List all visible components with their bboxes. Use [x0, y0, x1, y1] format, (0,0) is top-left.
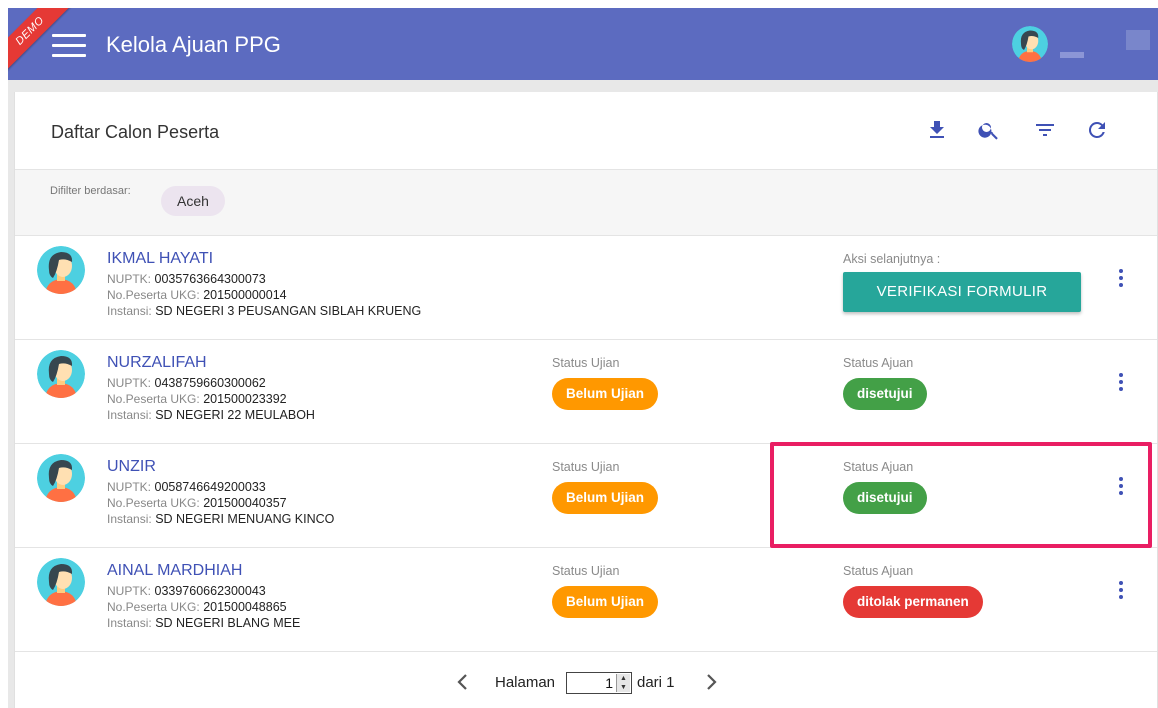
- search-icon[interactable]: [977, 118, 1001, 142]
- filter-chip-aceh[interactable]: Aceh: [161, 186, 225, 216]
- submission-status-label: Status Ajuan: [843, 356, 914, 370]
- participant-avatar: [37, 246, 85, 294]
- exam-status-badge: Belum Ujian: [552, 482, 659, 514]
- nuptk-line: NUPTK: 0058746649200033: [107, 480, 266, 494]
- nuptk-value: 0058746649200033: [154, 480, 266, 494]
- instansi-value: SD NEGERI MENUANG KINCO: [155, 512, 335, 526]
- instansi-line: Instansi: SD NEGERI MENUANG KINCO: [107, 512, 335, 526]
- instansi-line: Instansi: SD NEGERI 3 PEUSANGAN SIBLAH K…: [107, 304, 422, 318]
- no-peserta-value: 201500023392: [203, 392, 287, 406]
- participant-name[interactable]: UNZIR: [107, 458, 156, 476]
- filter-bar: Difilter berdasar: Aceh: [15, 170, 1157, 236]
- participant-name[interactable]: NURZALIFAH: [107, 354, 207, 372]
- user-menu-placeholder[interactable]: [1126, 30, 1150, 50]
- filter-label: Difilter berdasar:: [50, 185, 131, 197]
- user-avatar[interactable]: [1012, 26, 1048, 62]
- page-total: dari 1: [637, 674, 675, 691]
- exam-status-label: Status Ujian: [552, 356, 620, 370]
- more-vert-icon[interactable]: [1115, 269, 1127, 291]
- no-peserta-value: 201500040357: [203, 496, 287, 510]
- participant-avatar: [37, 350, 85, 398]
- hamburger-menu-icon[interactable]: [52, 34, 86, 58]
- no-peserta-line: No.Peserta UKG: 201500023392: [107, 392, 287, 406]
- participant-row: IKMAL HAYATI NUPTK: 0035763664300073 No.…: [15, 236, 1157, 340]
- more-vert-icon[interactable]: [1115, 477, 1127, 499]
- download-icon[interactable]: [925, 118, 949, 142]
- nuptk-line: NUPTK: 0035763664300073: [107, 272, 266, 286]
- submission-status-label: Status Ajuan: [843, 564, 914, 578]
- participant-row: AINAL MARDHIAH NUPTK: 0339760662300043 N…: [15, 548, 1157, 652]
- nuptk-line: NUPTK: 0339760662300043: [107, 584, 266, 598]
- user-name-placeholder: [1060, 52, 1084, 58]
- app-title: Kelola Ajuan PPG: [106, 32, 281, 57]
- participants-card: Daftar Calon Peserta Difilter berdasar: …: [14, 92, 1158, 708]
- instansi-line: Instansi: SD NEGERI BLANG MEE: [107, 616, 301, 630]
- no-peserta-line: No.Peserta UKG: 201500040357: [107, 496, 287, 510]
- refresh-icon[interactable]: [1085, 118, 1109, 142]
- chevron-right-icon[interactable]: [703, 672, 719, 692]
- exam-status-label: Status Ujian: [552, 460, 620, 474]
- instansi-value: SD NEGERI BLANG MEE: [155, 616, 301, 630]
- no-peserta-line: No.Peserta UKG: 201500000014: [107, 288, 287, 302]
- participant-name[interactable]: IKMAL HAYATI: [107, 250, 213, 268]
- chevron-left-icon[interactable]: [455, 672, 471, 692]
- nuptk-value: 0035763664300073: [154, 272, 266, 286]
- participant-avatar: [37, 454, 85, 502]
- submission-status-badge: disetujui: [843, 378, 927, 410]
- nuptk-value: 0438759660300062: [154, 376, 266, 390]
- submission-status-badge: ditolak permanen: [843, 586, 983, 618]
- more-vert-icon[interactable]: [1115, 581, 1127, 603]
- nuptk-line: NUPTK: 0438759660300062: [107, 376, 266, 390]
- filter-icon[interactable]: [1033, 118, 1057, 142]
- page-number-input[interactable]: 1 ▲ ▼: [566, 672, 632, 694]
- no-peserta-value: 201500048865: [203, 600, 287, 614]
- instansi-value: SD NEGERI 3 PEUSANGAN SIBLAH KRUENG: [155, 304, 422, 318]
- instansi-value: SD NEGERI 22 MEULABOH: [155, 408, 315, 422]
- app-bar: DEMO Kelola Ajuan PPG: [8, 8, 1158, 80]
- exam-status-label: Status Ujian: [552, 564, 620, 578]
- more-vert-icon[interactable]: [1115, 373, 1127, 395]
- participant-avatar: [37, 558, 85, 606]
- submission-status-label: Status Ajuan: [843, 460, 914, 474]
- next-action-label: Aksi selanjutnya :: [843, 252, 941, 266]
- no-peserta-value: 201500000014: [203, 288, 287, 302]
- participant-row: NURZALIFAH NUPTK: 0438759660300062 No.Pe…: [15, 340, 1157, 444]
- card-title: Daftar Calon Peserta: [51, 122, 220, 142]
- page-spinner[interactable]: ▲ ▼: [616, 674, 630, 692]
- participant-name[interactable]: AINAL MARDHIAH: [107, 562, 242, 580]
- no-peserta-line: No.Peserta UKG: 201500048865: [107, 600, 287, 614]
- verify-form-button[interactable]: VERIFIKASI FORMULIR: [843, 272, 1081, 312]
- submission-status-badge: disetujui: [843, 482, 927, 514]
- card-header: Daftar Calon Peserta: [15, 92, 1157, 170]
- pagination: Halaman 1 ▲ ▼ dari 1: [15, 652, 1157, 708]
- exam-status-badge: Belum Ujian: [552, 378, 659, 410]
- nuptk-value: 0339760662300043: [154, 584, 266, 598]
- instansi-line: Instansi: SD NEGERI 22 MEULABOH: [107, 408, 315, 422]
- exam-status-badge: Belum Ujian: [552, 586, 659, 618]
- participant-row: UNZIR NUPTK: 0058746649200033 No.Peserta…: [15, 444, 1157, 548]
- page-label: Halaman: [495, 674, 556, 691]
